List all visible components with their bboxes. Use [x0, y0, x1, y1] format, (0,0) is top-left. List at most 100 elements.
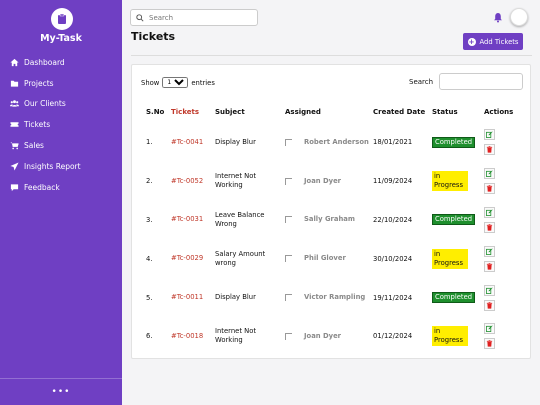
- cell-sno: 4.: [146, 254, 153, 263]
- entries-select[interactable]: 10: [162, 77, 189, 88]
- cell-status: Completed: [432, 201, 484, 240]
- sidebar-item-sales[interactable]: Sales: [0, 135, 122, 156]
- cell-sno: 5.: [146, 293, 153, 302]
- sidebar-item-label: Sales: [24, 141, 44, 151]
- col-header-tickets[interactable]: Tickets: [171, 101, 215, 123]
- assignee-name: Joan Dyer: [304, 331, 342, 340]
- edit-icon: [486, 325, 493, 333]
- cell-status: Completed: [432, 278, 484, 317]
- app-name: My-Task: [40, 33, 82, 44]
- broken-avatar-image: [285, 294, 292, 302]
- cell-sno: 2.: [146, 177, 153, 186]
- delete-button[interactable]: [484, 260, 495, 272]
- cart-icon: [8, 141, 20, 151]
- page-title: Tickets: [131, 30, 176, 43]
- cell-created-date: 30/10/2024: [373, 254, 413, 263]
- sidebar: My-Task Dashboard Projects Our Clients T…: [0, 0, 122, 405]
- cell-assigned: Robert Anderson: [285, 123, 373, 162]
- entries-label: entries: [191, 78, 215, 87]
- sidebar-item-dashboard[interactable]: Dashboard: [0, 52, 122, 73]
- cell-actions: [484, 239, 525, 278]
- cell-actions: [484, 162, 525, 201]
- search-input[interactable]: [149, 13, 249, 22]
- edit-button[interactable]: [484, 168, 495, 180]
- folder-icon: [8, 78, 20, 88]
- show-entries: Show 10 entries: [141, 77, 215, 88]
- assignee-name: Phil Glover: [304, 254, 346, 263]
- sidebar-item-label: Insights Report: [24, 161, 81, 171]
- trash-icon: [486, 340, 493, 348]
- edit-icon: [486, 131, 493, 139]
- cell-created-date: 11/09/2024: [373, 177, 413, 186]
- ticket-icon: [8, 120, 20, 130]
- sidebar-item-projects[interactable]: Projects: [0, 73, 122, 94]
- delete-button[interactable]: [484, 338, 495, 350]
- table-search: Search: [409, 73, 524, 90]
- cell-assigned: Joan Dyer: [285, 162, 373, 201]
- cell-assigned: Victor Rampling: [285, 278, 373, 317]
- bell-icon[interactable]: [493, 12, 503, 23]
- assignee-name: Joan Dyer: [304, 176, 342, 185]
- delete-button[interactable]: [484, 221, 495, 233]
- global-search[interactable]: [130, 9, 258, 26]
- status-badge: Completed: [432, 214, 476, 226]
- status-badge: in Progress: [432, 171, 468, 192]
- status-badge: Completed: [432, 292, 476, 304]
- cell-ticket-id[interactable]: #Tc-0041: [171, 123, 215, 162]
- sidebar-item-label: Feedback: [24, 182, 60, 192]
- delete-button[interactable]: [484, 144, 495, 156]
- cell-subject: Internet Not Working: [215, 327, 257, 345]
- table-header-row: S.No Tickets Subject Assigned Created Da…: [141, 101, 525, 123]
- broken-avatar-image: [285, 216, 292, 224]
- col-header-created-date[interactable]: Created Date: [373, 101, 432, 123]
- sidebar-item-label: Tickets: [24, 120, 51, 130]
- edit-button[interactable]: [484, 245, 495, 257]
- clipboard-logo-icon: [51, 8, 73, 30]
- cell-subject: Display Blur: [215, 293, 256, 302]
- search-icon: [136, 13, 144, 22]
- cell-ticket-id[interactable]: #Tc-0011: [171, 278, 215, 317]
- col-header-status[interactable]: Status: [432, 101, 484, 123]
- edit-button[interactable]: [484, 323, 495, 335]
- edit-button[interactable]: [484, 284, 495, 296]
- col-header-sno[interactable]: S.No: [141, 101, 171, 123]
- sidebar-item-feedback[interactable]: Feedback: [0, 177, 122, 198]
- cell-ticket-id[interactable]: #Tc-0018: [171, 317, 215, 356]
- title-divider: [131, 55, 532, 56]
- sidebar-item-our-clients[interactable]: Our Clients: [0, 94, 122, 115]
- sidebar-item-tickets[interactable]: Tickets: [0, 114, 122, 135]
- trash-icon: [486, 263, 493, 270]
- assignee-name: Sally Graham: [304, 215, 355, 224]
- table-search-label: Search: [409, 77, 434, 86]
- add-tickets-button[interactable]: + Add Tickets: [463, 33, 523, 50]
- cell-status: Completed: [432, 123, 484, 162]
- tickets-table: S.No Tickets Subject Assigned Created Da…: [141, 101, 525, 356]
- sidebar-nav: Dashboard Projects Our Clients Tickets S…: [0, 52, 122, 198]
- edit-icon: [486, 248, 493, 255]
- col-header-subject[interactable]: Subject: [215, 101, 285, 123]
- assignee-name: Robert Anderson: [304, 137, 369, 146]
- edit-icon: [486, 209, 493, 216]
- col-header-actions: Actions: [484, 108, 514, 116]
- sidebar-divider: [0, 378, 122, 379]
- edit-button[interactable]: [484, 129, 495, 141]
- more-options-button[interactable]: •••: [0, 387, 122, 397]
- table-search-input[interactable]: [439, 73, 524, 90]
- cell-ticket-id[interactable]: #Tc-0031: [171, 201, 215, 240]
- cell-ticket-id[interactable]: #Tc-0029: [171, 239, 215, 278]
- edit-button[interactable]: [484, 206, 495, 218]
- col-header-assigned[interactable]: Assigned: [285, 101, 373, 123]
- trash-icon: [486, 185, 493, 192]
- delete-button[interactable]: [484, 299, 495, 311]
- user-avatar[interactable]: [510, 8, 528, 26]
- cell-actions: [484, 278, 525, 317]
- delete-button[interactable]: [484, 183, 495, 195]
- cell-actions: [484, 317, 525, 356]
- sidebar-item-label: Projects: [24, 78, 54, 88]
- status-badge: in Progress: [432, 248, 468, 269]
- sidebar-item-insights-report[interactable]: Insights Report: [0, 156, 122, 177]
- cell-subject: Display Blur: [215, 137, 256, 146]
- trash-icon: [486, 224, 493, 231]
- cell-ticket-id[interactable]: #Tc-0052: [171, 162, 215, 201]
- sidebar-item-label: Dashboard: [24, 57, 65, 67]
